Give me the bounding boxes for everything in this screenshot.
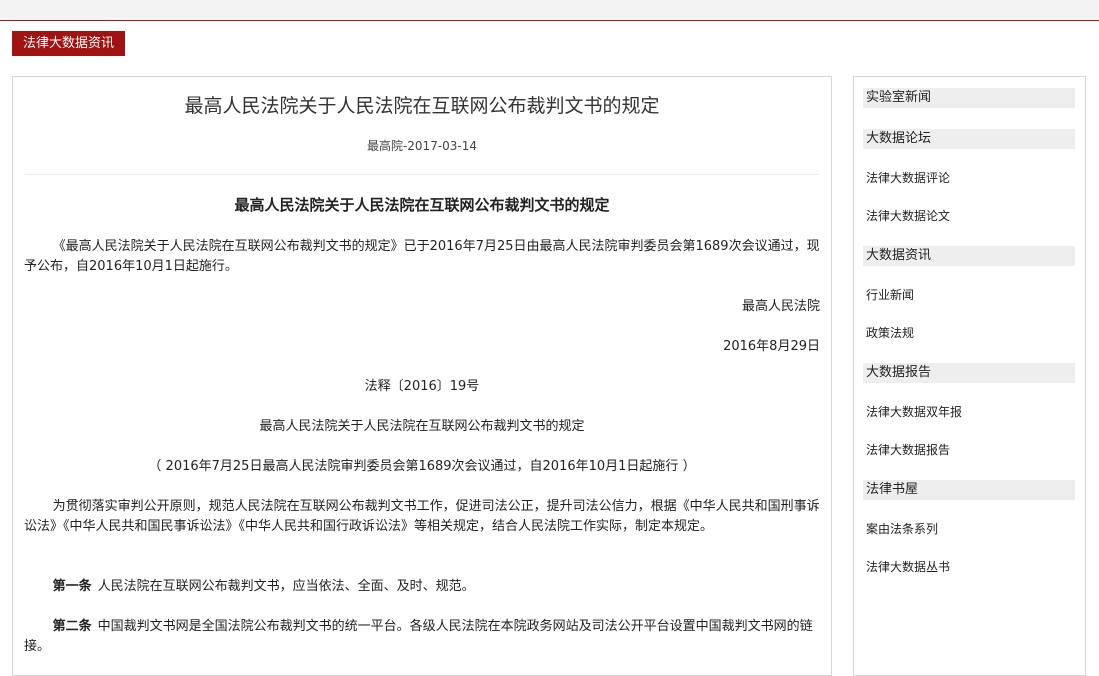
article-adoption-note: （ 2016年7月25日最高人民法院审判委员会第1689次会议通过，自2016年… [148,459,696,474]
sidebar-link-commentary[interactable]: 法律大数据评论 [866,170,950,186]
article-divider [25,174,819,175]
article-intro: 《最高人民法院关于人民法院在互联网公布裁判文书的规定》已于2016年7月25日由… [24,239,820,274]
sidebar-link-reports[interactable]: 法律大数据报告 [866,442,950,458]
clause-2-label: 第二条 [52,619,92,634]
sidebar-heading-forum[interactable]: 大数据论坛 [863,129,1075,149]
article-subtitle: 最高人民法院关于人民法院在互联网公布裁判文书的规定 [234,196,610,214]
sidebar-link-case-statute-series[interactable]: 案由法条系列 [866,521,938,537]
section-tab-legal-bigdata-news[interactable]: 法律大数据资讯 [12,31,126,56]
sidebar-link-biennial-report[interactable]: 法律大数据双年报 [866,404,962,420]
article-preamble: 为贯彻落实审判公开原则，规范人民法院在互联网公布裁判文书工作，促进司法公正，提升… [24,499,820,534]
sidebar-link-papers[interactable]: 法律大数据论文 [866,208,950,224]
clause-1-label: 第一条 [52,579,92,594]
clause-1-text: 人民法院在互联网公布裁判文书，应当依法、全面、及时、规范。 [97,579,475,594]
article-doc-number: 法释〔2016〕19号 [364,379,480,394]
sidebar-link-book-series[interactable]: 法律大数据丛书 [866,559,950,575]
top-bar [0,0,1099,21]
article-clause-2: 第二条 中国裁判文书网是全国法院公布裁判文书的统一平台。各级人民法院在本院政务网站… [24,617,820,657]
sidebar-heading-reports[interactable]: 大数据报告 [863,363,1075,383]
sidebar-heading-lab-news[interactable]: 实验室新闻 [863,88,1075,108]
clause-2-text: 中国裁判文书网是全国法院公布裁判文书的统一平台。各级人民法院在本院政务网站及司法… [24,619,813,654]
article-issuer: 最高人民法院 [741,299,820,314]
article-date: 2016年8月29日 [723,339,820,354]
article-meta: 最高院-2017-03-14 [366,139,478,153]
sidebar-link-policy[interactable]: 政策法规 [866,325,914,341]
article-panel: 最高人民法院关于人民法院在互联网公布裁判文书的规定 最高院-2017-03-14… [12,76,832,676]
sidebar: 实验室新闻 大数据论坛 法律大数据评论 法律大数据论文 大数据资讯 行业新闻 政… [853,76,1086,676]
article-clause-1: 第一条 人民法院在互联网公布裁判文书，应当依法、全面、及时、规范。 [24,577,820,597]
article-title-repeat: 最高人民法院关于人民法院在互联网公布裁判文书的规定 [259,419,585,434]
article-title: 最高人民法院关于人民法院在互联网公布裁判文书的规定 [184,95,660,117]
sidebar-link-industry-news[interactable]: 行业新闻 [866,287,914,303]
sidebar-heading-news[interactable]: 大数据资讯 [863,246,1075,266]
sidebar-heading-bookstore[interactable]: 法律书屋 [863,480,1075,500]
